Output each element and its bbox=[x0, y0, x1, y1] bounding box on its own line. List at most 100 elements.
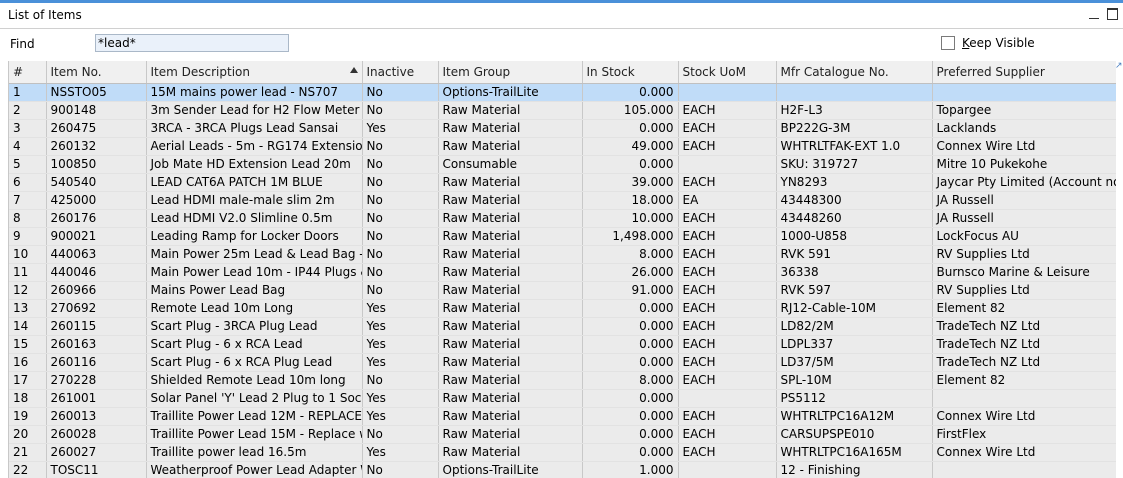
table-row[interactable]: 3 260475 3RCA - 3RCA Plugs Lead Sansai Yes R… bbox=[9, 119, 1116, 138]
table-cell[interactable]: 15M mains power lead - NS707 bbox=[146, 83, 363, 102]
table-cell[interactable]: 3RCA - 3RCA Plugs Lead Sansai bbox=[146, 119, 363, 138]
table-cell[interactable]: 6 bbox=[9, 173, 47, 192]
table-cell[interactable]: 2 bbox=[9, 101, 47, 120]
table-cell[interactable]: EACH bbox=[678, 263, 777, 282]
table-cell[interactable]: Lacklands bbox=[932, 119, 1116, 138]
table-row[interactable]: 13 270692 Remote Lead 10m Long Yes Raw Mater… bbox=[9, 299, 1116, 318]
table-cell[interactable]: Raw Material bbox=[438, 101, 583, 120]
table-cell[interactable]: RJ12-Cable-10M bbox=[776, 299, 933, 318]
table-cell[interactable]: Traillite Power Lead 15M - Replace with bbox=[146, 425, 363, 444]
table-cell[interactable]: FirstFlex bbox=[932, 425, 1116, 444]
table-cell[interactable]: Lead HDMI V2.0 Slimline 0.5m bbox=[146, 209, 363, 228]
table-cell[interactable]: Connex Wire Ltd bbox=[932, 443, 1116, 462]
table-row[interactable]: 7 425000 Lead HDMI male-male slim 2m No Raw … bbox=[9, 191, 1116, 210]
table-cell[interactable]: EA bbox=[678, 191, 777, 210]
table-cell[interactable]: 36338 bbox=[776, 263, 933, 282]
table-cell[interactable]: PS5112 bbox=[776, 389, 933, 408]
table-cell[interactable]: 22 bbox=[9, 461, 47, 478]
table-cell[interactable]: 425000 bbox=[46, 191, 147, 210]
table-cell[interactable]: EACH bbox=[678, 371, 777, 390]
table-cell[interactable]: LockFocus AU bbox=[932, 227, 1116, 246]
table-cell[interactable]: Burnsco Marine & Leisure bbox=[932, 263, 1116, 282]
table-cell[interactable]: EACH bbox=[678, 245, 777, 264]
table-cell[interactable]: Raw Material bbox=[438, 173, 583, 192]
table-cell[interactable]: LD82/2M bbox=[776, 317, 933, 336]
table-cell[interactable]: Raw Material bbox=[438, 425, 583, 444]
table-cell[interactable]: 49.000 bbox=[582, 137, 679, 156]
table-cell[interactable]: 0.000 bbox=[582, 317, 679, 336]
table-row[interactable]: 4 260132 Aerial Leads - 5m - RG174 Extensi… bbox=[9, 137, 1116, 156]
table-cell[interactable]: Yes bbox=[362, 317, 439, 336]
table-cell[interactable]: Weatherproof Power Lead Adapter Wi bbox=[146, 461, 363, 478]
table-row[interactable]: 2 900148 3m Sender Lead for H2 Flow Meter N… bbox=[9, 101, 1116, 120]
table-cell[interactable]: 260966 bbox=[46, 281, 147, 300]
table-cell[interactable]: Raw Material bbox=[438, 443, 583, 462]
table-cell[interactable]: RVK 591 bbox=[776, 245, 933, 264]
table-cell[interactable]: Options-TrailLite bbox=[438, 83, 583, 102]
table-cell[interactable]: Element 82 bbox=[932, 299, 1116, 318]
table-cell[interactable]: 270228 bbox=[46, 371, 147, 390]
table-cell[interactable]: 105.000 bbox=[582, 101, 679, 120]
table-cell[interactable] bbox=[932, 389, 1116, 408]
table-cell[interactable]: EACH bbox=[678, 227, 777, 246]
table-cell[interactable]: Raw Material bbox=[438, 299, 583, 318]
table-cell[interactable]: 5 bbox=[9, 155, 47, 174]
table-cell[interactable]: LD37/5M bbox=[776, 353, 933, 372]
table-cell[interactable]: 0.000 bbox=[582, 425, 679, 444]
table-cell[interactable]: RVK 597 bbox=[776, 281, 933, 300]
table-cell[interactable]: 100850 bbox=[46, 155, 147, 174]
table-cell[interactable]: 12 bbox=[9, 281, 47, 300]
table-cell[interactable]: Raw Material bbox=[438, 227, 583, 246]
table-cell[interactable]: 1,498.000 bbox=[582, 227, 679, 246]
table-row[interactable]: 21 260027 Traillite power lead 16.5m Yes Raw… bbox=[9, 443, 1116, 462]
table-cell[interactable]: WHTRLTPC16A165M bbox=[776, 443, 933, 462]
table-cell[interactable]: 260027 bbox=[46, 443, 147, 462]
column-chooser-icon[interactable]: ↗ bbox=[1115, 61, 1123, 71]
column-header[interactable]: # bbox=[9, 61, 47, 84]
table-cell[interactable]: Yes bbox=[362, 335, 439, 354]
table-cell[interactable]: 0.000 bbox=[582, 119, 679, 138]
column-header[interactable]: Preferred Supplier bbox=[932, 61, 1116, 84]
table-cell[interactable]: 260475 bbox=[46, 119, 147, 138]
table-cell[interactable]: No bbox=[362, 173, 439, 192]
table-cell[interactable]: Mitre 10 Pukekohe bbox=[932, 155, 1116, 174]
table-cell[interactable]: 540540 bbox=[46, 173, 147, 192]
find-input[interactable] bbox=[95, 34, 289, 52]
table-cell[interactable]: Raw Material bbox=[438, 281, 583, 300]
keep-visible-checkbox[interactable]: Keep Visible bbox=[941, 36, 1035, 50]
table-cell[interactable]: Yes bbox=[362, 353, 439, 372]
table-cell[interactable]: 0.000 bbox=[582, 407, 679, 426]
table-cell[interactable]: Main Power 25m Lead & Lead Bag - use bbox=[146, 245, 363, 264]
table-cell[interactable]: SPL-10M bbox=[776, 371, 933, 390]
table-cell[interactable]: Yes bbox=[362, 299, 439, 318]
table-cell[interactable]: Scart Plug - 3RCA Plug Lead bbox=[146, 317, 363, 336]
table-cell[interactable]: EACH bbox=[678, 209, 777, 228]
column-header[interactable]: Item No. bbox=[46, 61, 147, 84]
table-cell[interactable]: 10.000 bbox=[582, 209, 679, 228]
table-cell[interactable]: 440063 bbox=[46, 245, 147, 264]
table-cell[interactable]: 260115 bbox=[46, 317, 147, 336]
table-cell[interactable]: Raw Material bbox=[438, 245, 583, 264]
table-row[interactable]: 17 270228 Shielded Remote Lead 10m long No R… bbox=[9, 371, 1116, 390]
table-cell[interactable]: 260028 bbox=[46, 425, 147, 444]
table-cell[interactable]: TradeTech NZ Ltd bbox=[932, 317, 1116, 336]
table-cell[interactable]: 17 bbox=[9, 371, 47, 390]
table-cell[interactable]: 900148 bbox=[46, 101, 147, 120]
table-cell[interactable]: No bbox=[362, 245, 439, 264]
table-cell[interactable]: EACH bbox=[678, 299, 777, 318]
table-cell[interactable]: 260132 bbox=[46, 137, 147, 156]
table-cell[interactable]: 0.000 bbox=[582, 299, 679, 318]
checkbox-icon[interactable] bbox=[941, 36, 955, 50]
table-cell[interactable]: 26.000 bbox=[582, 263, 679, 282]
table-cell[interactable]: CARSUPSPE010 bbox=[776, 425, 933, 444]
table-cell[interactable]: Yes bbox=[362, 443, 439, 462]
table-cell[interactable]: 43448260 bbox=[776, 209, 933, 228]
table-cell[interactable]: 8 bbox=[9, 209, 47, 228]
table-cell[interactable]: 0.000 bbox=[582, 389, 679, 408]
table-cell[interactable]: 260163 bbox=[46, 335, 147, 354]
table-row[interactable]: 16 260116 Scart Plug - 6 x RCA Plug Lead Ye… bbox=[9, 353, 1116, 372]
table-cell[interactable] bbox=[678, 83, 777, 102]
maximize-icon[interactable] bbox=[1106, 7, 1120, 21]
table-cell[interactable]: EACH bbox=[678, 137, 777, 156]
table-cell[interactable]: No bbox=[362, 263, 439, 282]
